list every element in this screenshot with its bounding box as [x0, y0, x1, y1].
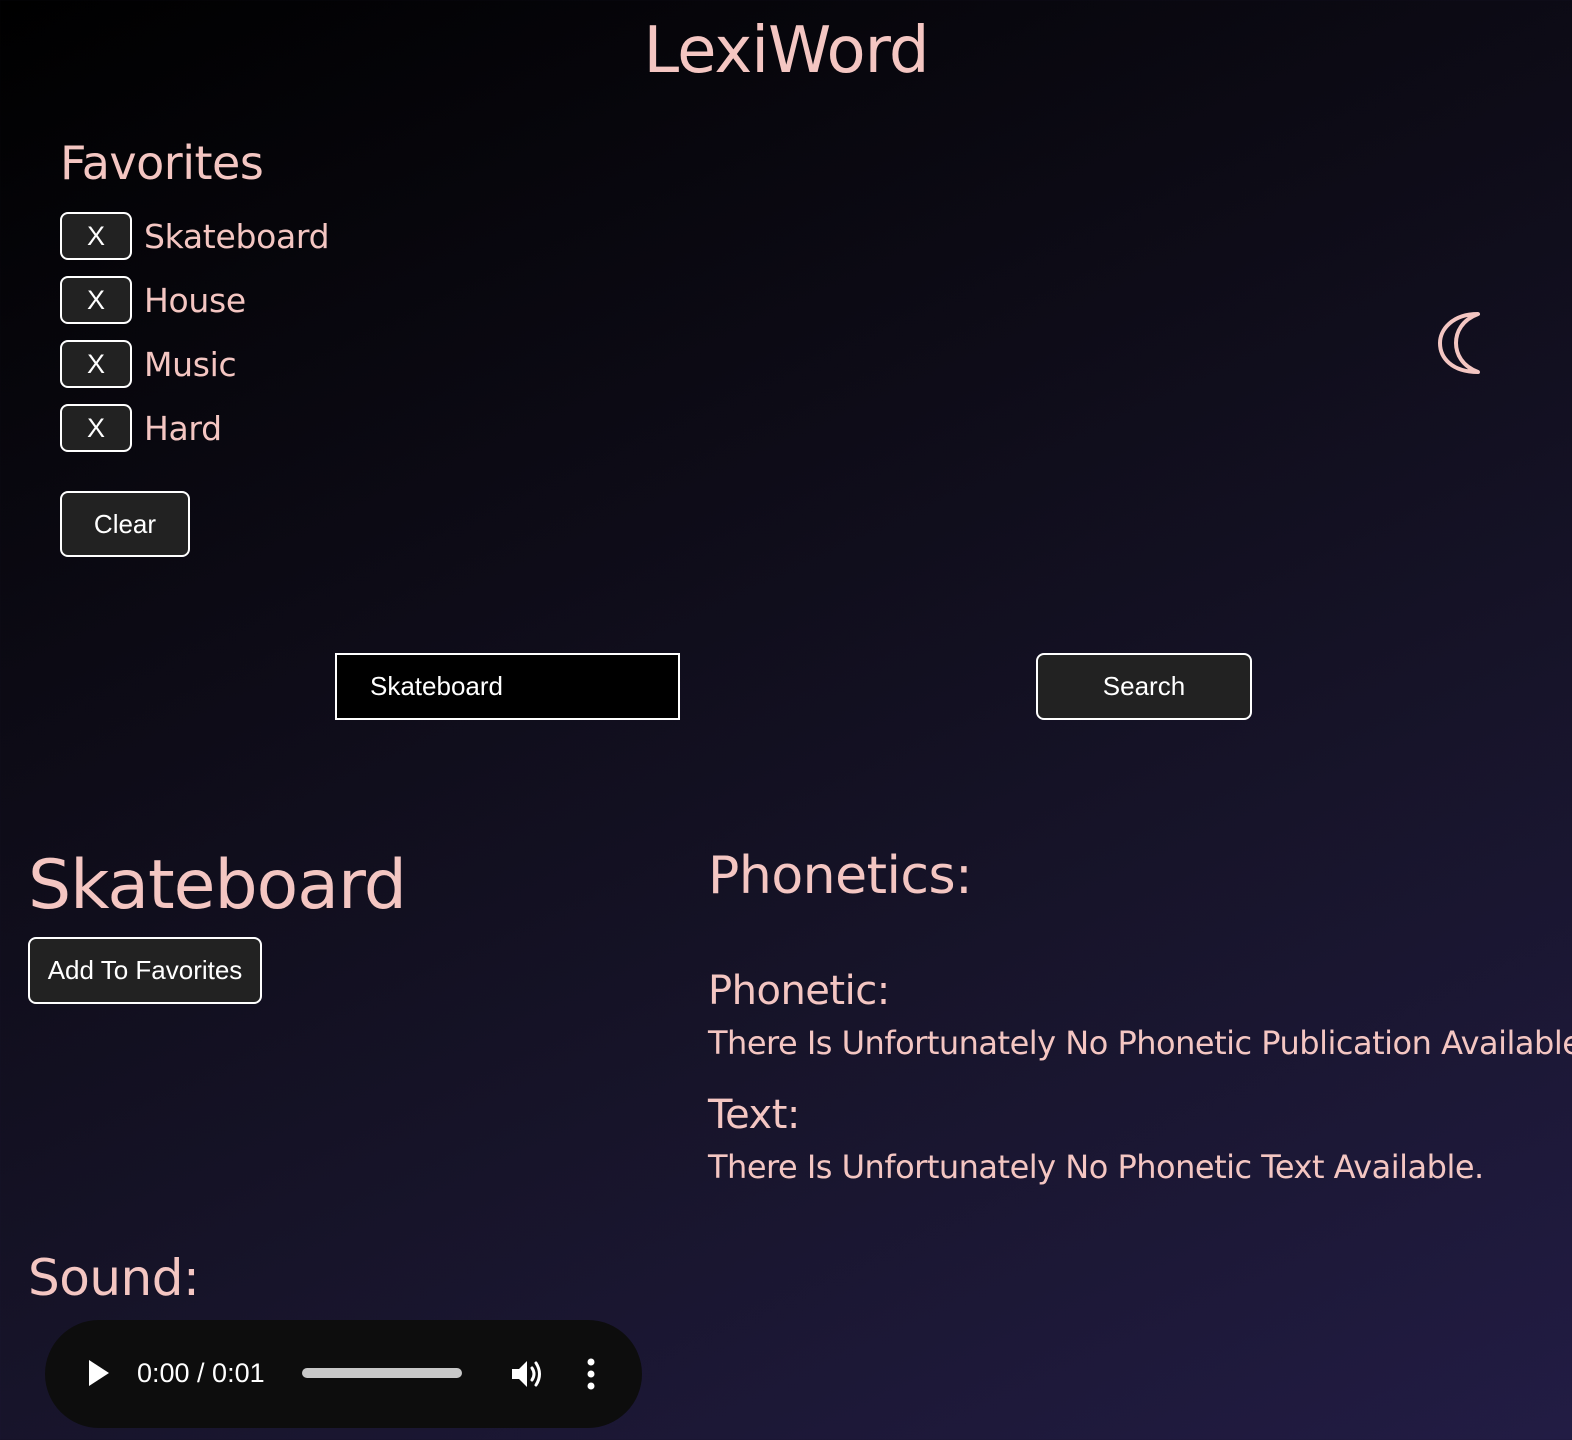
favorite-label[interactable]: Skateboard [144, 217, 330, 256]
favorite-label[interactable]: Hard [144, 409, 222, 448]
favorite-item: X Music [60, 332, 329, 396]
search-input[interactable] [335, 653, 680, 720]
remove-favorite-button[interactable]: X [60, 340, 132, 388]
clear-favorites-button[interactable]: Clear [60, 491, 190, 557]
remove-favorite-button[interactable]: X [60, 404, 132, 452]
text-label: Text: [708, 1092, 800, 1138]
favorite-label[interactable]: House [144, 281, 246, 320]
audio-seek-bar[interactable] [302, 1368, 462, 1378]
favorite-item: X Hard [60, 396, 329, 460]
word-title: Skateboard [28, 846, 407, 925]
phonetics-heading: Phonetics: [708, 846, 973, 906]
app-title: LexiWord [643, 14, 930, 88]
phonetic-label: Phonetic: [708, 968, 890, 1014]
text-value: There Is Unfortunately No Phonetic Text … [708, 1148, 1484, 1186]
more-options-icon[interactable] [581, 1356, 601, 1392]
favorites-heading: Favorites [60, 136, 264, 190]
remove-favorite-button[interactable]: X [60, 276, 132, 324]
audio-player: 0:00 / 0:01 [45, 1320, 642, 1428]
search-button[interactable]: Search [1036, 653, 1252, 720]
volume-icon[interactable] [509, 1356, 545, 1392]
favorite-item: X Skateboard [60, 204, 330, 268]
play-icon[interactable] [87, 1358, 111, 1388]
audio-time: 0:00 / 0:01 [137, 1358, 265, 1388]
add-to-favorites-button[interactable]: Add To Favorites [28, 937, 262, 1004]
moon-icon[interactable] [1432, 308, 1488, 378]
favorite-label[interactable]: Music [144, 345, 237, 384]
remove-favorite-button[interactable]: X [60, 212, 132, 260]
phonetic-value: There Is Unfortunately No Phonetic Publi… [708, 1024, 1572, 1062]
sound-heading: Sound: [28, 1249, 200, 1307]
favorites-list: X Skateboard X House X Music X Hard [60, 204, 330, 460]
favorite-item: X House [60, 268, 329, 332]
